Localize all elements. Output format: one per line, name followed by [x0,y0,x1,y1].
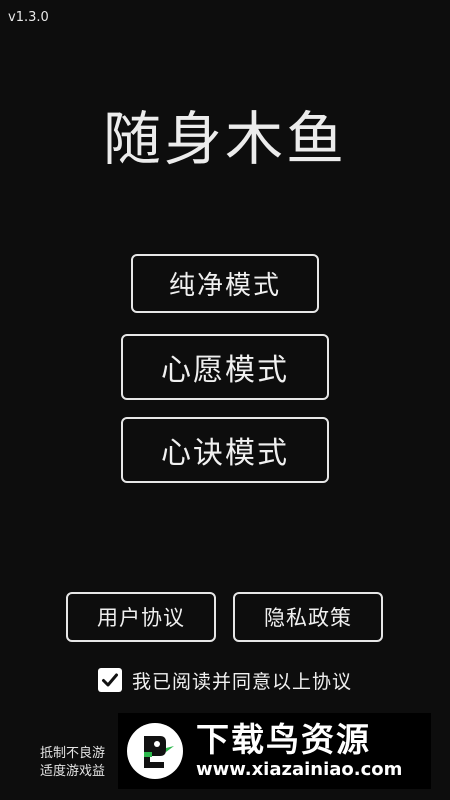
agreement-row[interactable]: 我已阅读并同意以上协议 [98,666,352,694]
bird-logo-icon [127,723,183,779]
mantra-mode-button[interactable]: 心诀模式 [121,417,329,483]
watermark-texts: 下载鸟资源 www.xiazainiao.com [196,721,402,781]
app-title: 随身木鱼 [102,105,347,173]
watermark-name: 下载鸟资源 [196,720,371,759]
user-agreement-button[interactable]: 用户协议 [66,592,216,642]
health-notice: 抵制不良游 适度游戏益 [40,745,105,781]
watermark-banner: 下载鸟资源 www.xiazainiao.com [118,713,431,789]
checkmark-icon [102,673,118,687]
notice-line-1: 抵制不良游 [40,746,106,761]
privacy-policy-button[interactable]: 隐私政策 [233,592,383,642]
notice-line-2: 适度游戏益 [40,764,106,779]
watermark-url: www.xiazainiao.com [196,759,403,780]
pure-mode-button[interactable]: 纯净模式 [131,254,319,313]
version-label: v1.3.0 [8,10,49,25]
agreement-checkbox[interactable] [98,668,122,692]
agreement-text: 我已阅读并同意以上协议 [132,670,353,693]
wish-mode-button[interactable]: 心愿模式 [121,334,329,400]
